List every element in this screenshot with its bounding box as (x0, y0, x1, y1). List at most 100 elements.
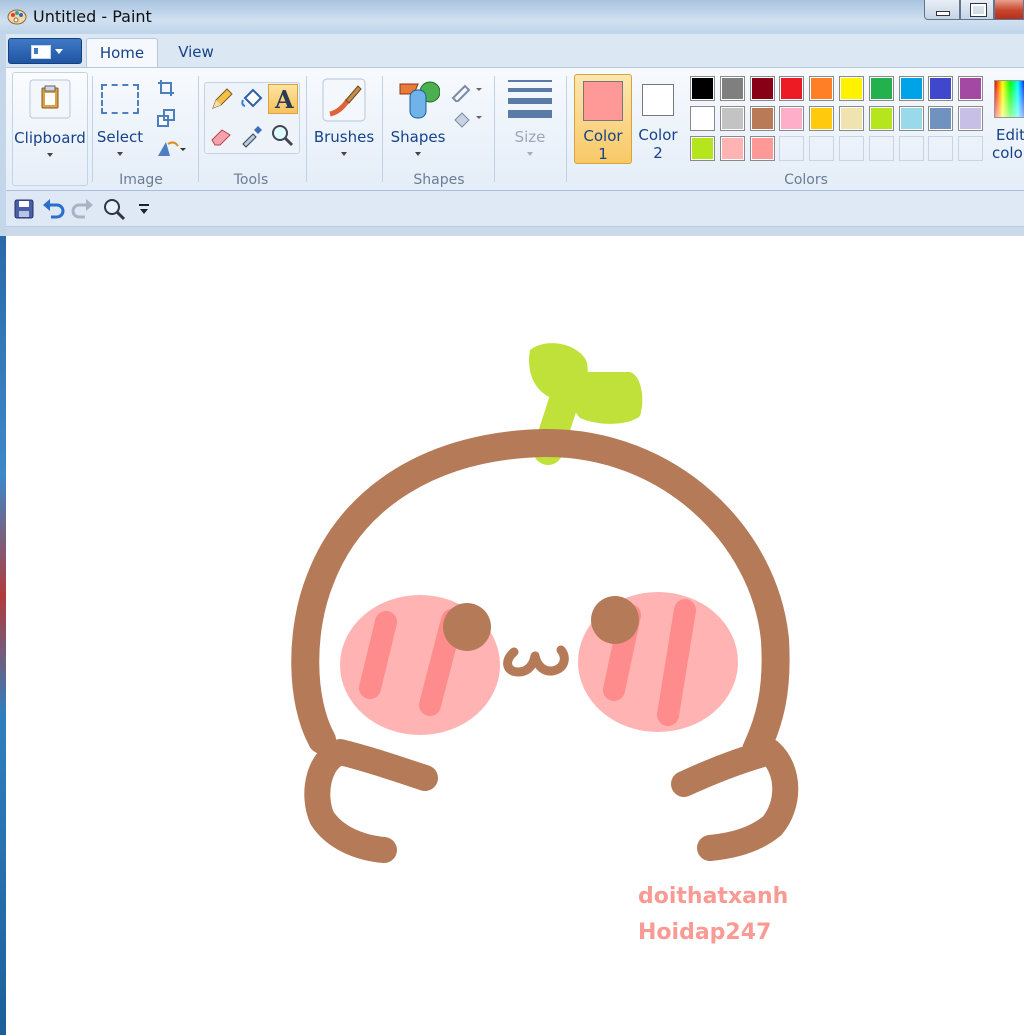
palette-swatch[interactable] (839, 76, 864, 101)
palette-swatch[interactable] (749, 136, 775, 161)
color2-label-number: 2 (653, 144, 663, 162)
select-label: Select (96, 128, 144, 146)
palette-swatch-empty[interactable] (898, 136, 924, 161)
shapes-label: Shapes (390, 128, 446, 146)
palette-swatch[interactable] (839, 106, 864, 131)
palette-swatch[interactable] (779, 106, 805, 131)
paint-menu-button[interactable] (8, 38, 82, 64)
palette-swatch[interactable] (958, 76, 984, 101)
clipboard-icon (29, 79, 71, 119)
palette-swatch[interactable] (868, 76, 894, 101)
close-button[interactable] (994, 0, 1024, 20)
customize-icon[interactable] (138, 203, 150, 215)
sprout-leaf-right (568, 372, 643, 424)
outline-icon[interactable] (450, 80, 484, 102)
right-eye (591, 596, 639, 644)
tab-view[interactable]: View (166, 38, 226, 67)
image-group-label: Image (119, 172, 163, 188)
edit-colors-button[interactable]: Edit colo (990, 74, 1024, 164)
redo-icon[interactable] (70, 197, 94, 219)
separator (566, 76, 567, 182)
separator (494, 76, 495, 182)
palette-swatch[interactable] (719, 136, 745, 161)
brush-icon (322, 78, 366, 122)
window-title: Untitled - Paint (33, 7, 152, 26)
palette-swatch-empty[interactable] (839, 136, 864, 161)
minimize-button[interactable] (924, 0, 960, 20)
palette-swatch[interactable] (719, 76, 745, 101)
ribbon: Clipboard Select Image A Tools Brushes S… (6, 67, 1024, 191)
palette-swatch-empty[interactable] (779, 136, 805, 161)
palette-swatch[interactable] (719, 106, 745, 131)
chevron-down-icon (47, 153, 53, 157)
watermark-line-2: Hoidap247 (638, 920, 772, 945)
maximize-button[interactable] (960, 0, 994, 20)
palette-swatch[interactable] (868, 106, 894, 131)
palette-swatch[interactable] (809, 106, 835, 131)
palette-swatch[interactable] (690, 136, 715, 161)
text-tool-button[interactable]: A (268, 84, 298, 114)
palette-swatch[interactable] (958, 106, 984, 131)
resize-icon[interactable] (156, 108, 176, 128)
palette-swatch[interactable] (928, 76, 954, 101)
tools-group-label: Tools (233, 172, 269, 188)
magnifier-icon[interactable] (269, 122, 295, 148)
palette-swatch[interactable] (928, 106, 954, 131)
color-picker-icon[interactable] (239, 122, 265, 148)
palette-swatch[interactable] (690, 106, 715, 131)
palette-swatch-empty[interactable] (958, 136, 984, 161)
color1-button[interactable]: Color 1 (574, 74, 632, 164)
canvas-border (6, 227, 1024, 236)
palette-swatch[interactable] (749, 76, 775, 101)
shapes-icon (399, 81, 440, 119)
tab-home[interactable]: Home (86, 38, 158, 67)
menu-icon (31, 45, 51, 59)
rotate-icon[interactable] (156, 138, 186, 158)
chevron-down-icon (341, 152, 347, 156)
shapes-button[interactable]: Shapes (386, 74, 446, 162)
palette-swatch[interactable] (809, 76, 835, 101)
right-arm (671, 739, 799, 861)
palette-swatch[interactable] (898, 106, 924, 131)
select-button[interactable]: Select (94, 74, 146, 162)
palette-swatch[interactable] (749, 106, 775, 131)
palette-swatch[interactable] (779, 76, 805, 101)
palette-swatch[interactable] (690, 76, 715, 101)
color2-button[interactable]: Color 2 (634, 74, 684, 164)
size-button[interactable]: Size (502, 74, 558, 162)
palette-swatch-empty[interactable] (809, 136, 835, 161)
color1-label-number: 1 (598, 145, 608, 163)
fill-icon[interactable] (450, 108, 484, 130)
save-icon[interactable] (14, 199, 34, 219)
title-bar[interactable]: Untitled - Paint (0, 0, 1024, 34)
palette-swatch-empty[interactable] (868, 136, 894, 161)
color-palette (690, 76, 990, 166)
palette-swatch-empty[interactable] (928, 136, 954, 161)
separator (198, 76, 199, 182)
palette-swatch[interactable] (898, 76, 924, 101)
size-label: Size (514, 128, 546, 146)
separator (92, 76, 93, 182)
left-eye (443, 603, 491, 651)
colors-group-label: Colors (784, 172, 828, 188)
drawing-canvas[interactable]: doithatxanh Hoidap247 (6, 236, 1024, 1035)
pencil-icon[interactable] (209, 86, 235, 112)
paint-app-icon (7, 9, 27, 25)
color2-swatch (642, 84, 674, 116)
edit-colors-label: Edit (996, 126, 1024, 144)
crop-icon[interactable] (156, 78, 176, 98)
chevron-down-icon (117, 152, 123, 156)
clipboard-label: Clipboard (14, 129, 86, 147)
brushes-label: Brushes (313, 128, 375, 146)
rainbow-icon (994, 80, 1024, 118)
mouth (503, 645, 569, 677)
clipboard-button[interactable]: Clipboard (12, 72, 88, 186)
brushes-button[interactable]: Brushes (312, 74, 376, 162)
drawing (291, 343, 799, 863)
zoom-icon[interactable] (102, 197, 126, 221)
undo-icon[interactable] (42, 197, 66, 219)
watermark-line-1: doithatxanh (638, 884, 789, 909)
fill-bucket-icon[interactable] (239, 86, 265, 112)
separator (382, 76, 383, 182)
eraser-icon[interactable] (209, 122, 235, 148)
